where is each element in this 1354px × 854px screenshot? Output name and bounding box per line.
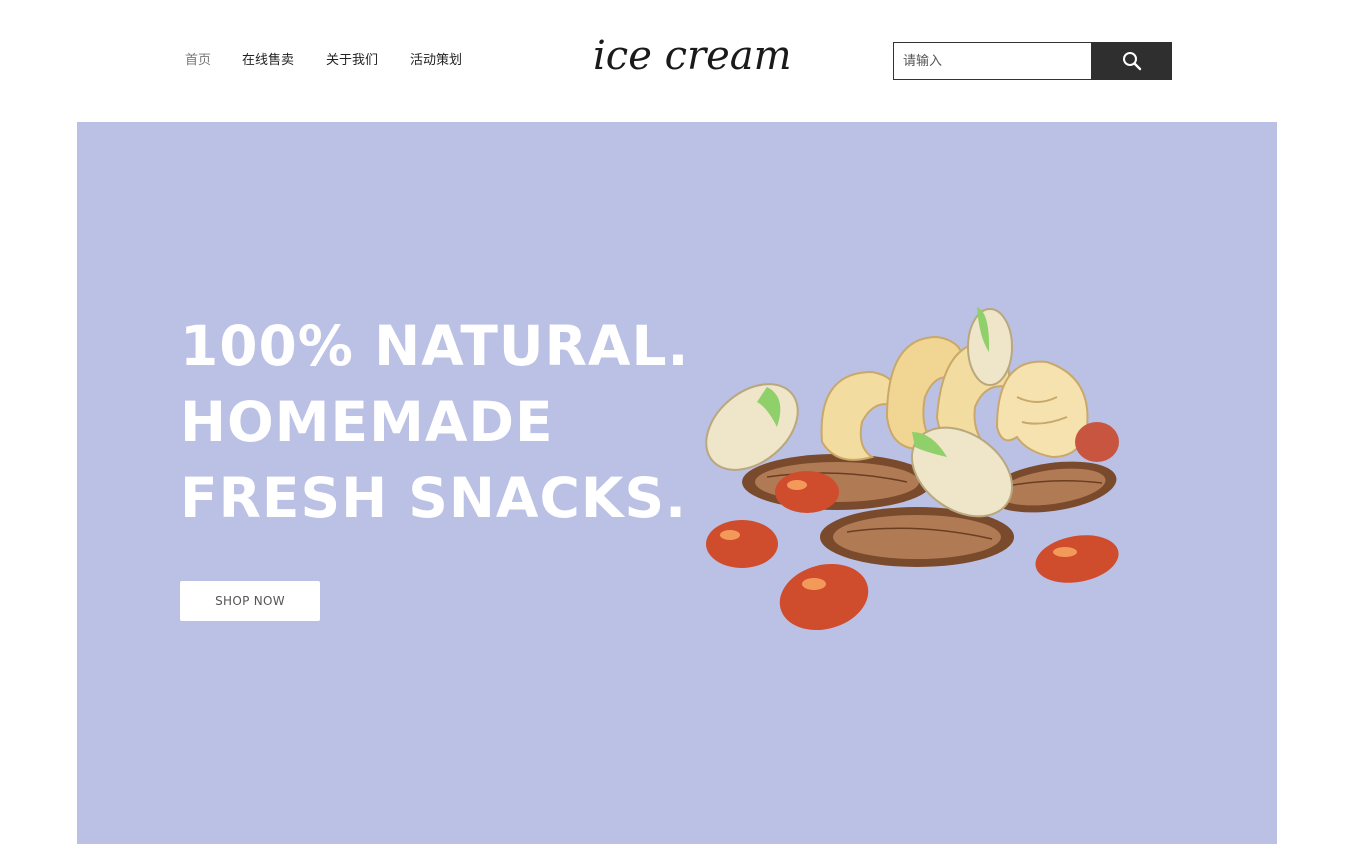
search-button[interactable] <box>1091 42 1172 80</box>
hero-headline: 100% NATURAL. HOMEMADE FRESH SNACKS. <box>180 308 690 536</box>
search-bar <box>893 42 1172 80</box>
search-input[interactable] <box>893 42 1091 80</box>
search-icon <box>1122 52 1141 71</box>
mixed-nuts-illustration <box>705 307 1119 631</box>
nav-item-events[interactable]: 活动策划 <box>410 50 462 72</box>
site-header: 首页 在线售卖 关于我们 活动策划 ice cream <box>0 0 1354 122</box>
main-nav: 首页 在线售卖 关于我们 活动策划 <box>185 50 462 72</box>
nav-item-home[interactable]: 首页 <box>185 50 211 72</box>
site-logo[interactable]: ice cream <box>593 30 792 82</box>
headline-line-3: FRESH SNACKS. <box>180 466 687 530</box>
shop-now-button[interactable]: SHOP NOW <box>180 581 320 621</box>
nav-item-online-shop[interactable]: 在线售卖 <box>242 50 294 72</box>
nav-item-about-us[interactable]: 关于我们 <box>326 50 378 72</box>
headline-line-2: HOMEMADE <box>180 390 554 454</box>
headline-line-1: 100% NATURAL. <box>180 314 690 378</box>
hero-banner: 100% NATURAL. HOMEMADE FRESH SNACKS. SHO… <box>77 122 1277 844</box>
